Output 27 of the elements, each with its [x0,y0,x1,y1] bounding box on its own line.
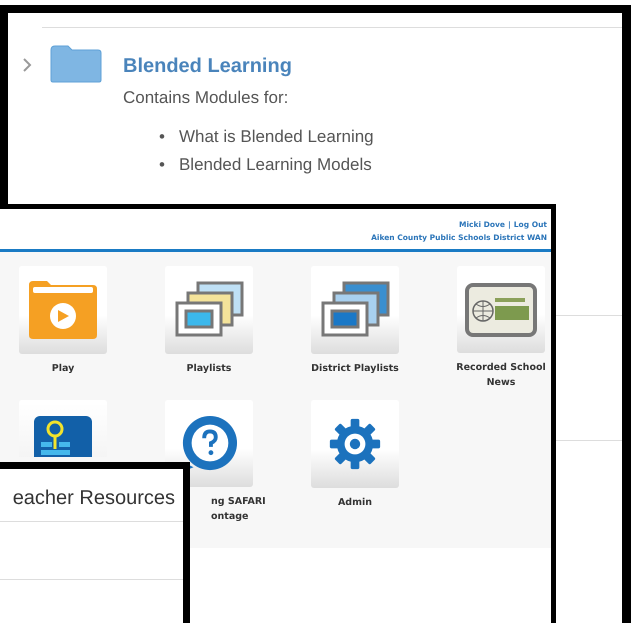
tile-label[interactable]: ng SAFARI ontage [211,494,277,524]
module-item: What is Blended Learning [178,126,374,148]
news-screen-icon [465,282,537,336]
bullet-mark: • [159,126,165,148]
tile-label[interactable]: Playlists [149,361,269,376]
app-tile[interactable] [311,400,399,488]
magnifier-bricks-icon [33,415,93,457]
stacked-screens-icon [320,281,390,339]
folder-title[interactable]: Blended Learning [123,55,374,78]
module-item: Blended Learning Models [178,154,372,176]
tile-label[interactable]: Recorded School News [441,360,561,390]
folder-play-icon [27,279,99,341]
tile-label[interactable]: Play [3,361,123,376]
tile-label[interactable]: District Playlists [295,361,415,376]
chevron-icon[interactable] [22,57,32,73]
bullet-mark: • [159,154,165,176]
stacked-screens-icon [174,281,244,339]
app-tile[interactable] [165,400,253,487]
app-tile[interactable] [311,266,399,354]
page-heading: eacher Resources [12,486,176,510]
app-tile[interactable] [19,266,107,354]
settings-icon [329,418,381,470]
folder-description: Contains Modules for: [123,88,290,108]
folder-icon [50,45,102,83]
tile-label[interactable]: Admin [295,495,415,510]
app-tile[interactable] [457,266,545,353]
app-tile[interactable] [165,266,253,354]
